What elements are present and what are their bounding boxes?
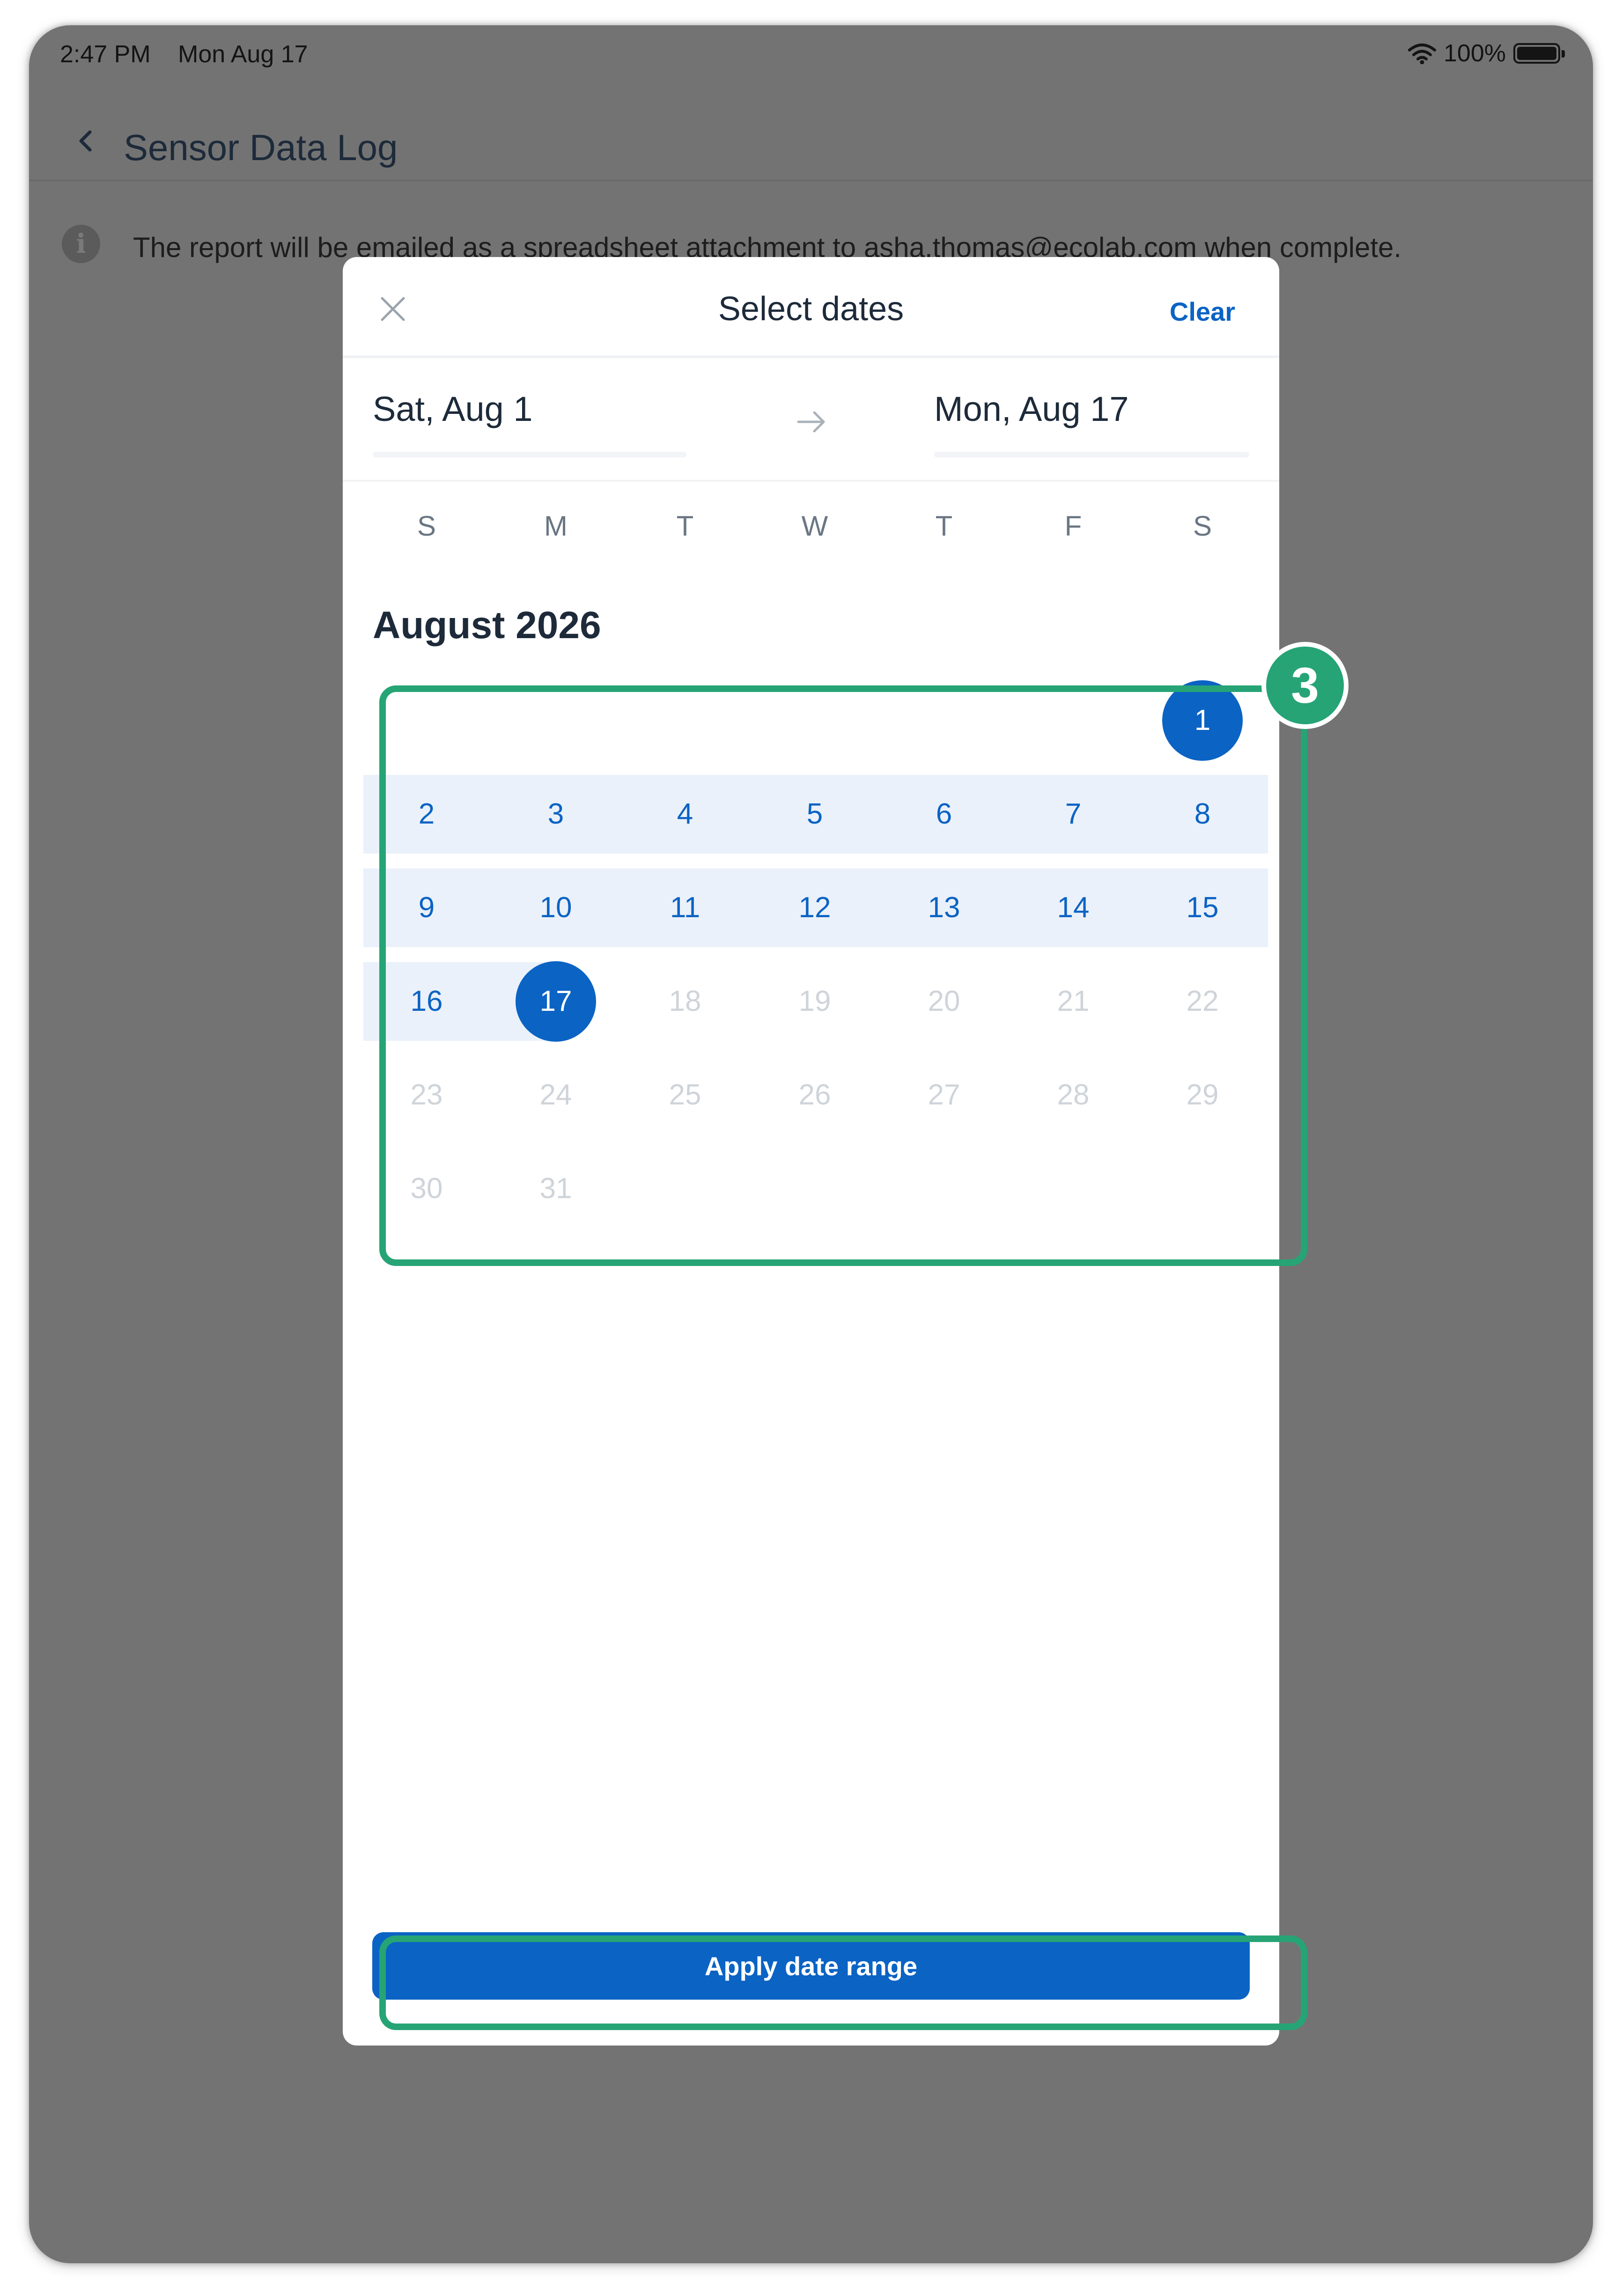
start-date-underline [373,452,686,457]
step-number-badge: 3 [1261,642,1349,729]
callout-highlight-apply-button [379,1935,1307,2030]
weekday-label: M [544,510,568,542]
date-range-fields: Sat, Aug 1 Mon, Aug 17 [343,358,1279,482]
wifi-icon [1408,44,1436,64]
weekday-label: S [417,510,436,542]
clear-button[interactable]: Clear [1170,296,1235,327]
end-date-underline [934,452,1249,457]
tablet-screen: 2:47 PM Mon Aug 17 100% Sensor Data Log … [29,25,1593,2263]
weekday-label: F [1064,510,1082,542]
status-time: 2:47 PM [60,41,151,68]
battery-icon [1513,43,1565,64]
weekday-label: W [801,510,828,542]
info-icon: i [62,225,100,263]
weekday-label: T [935,510,953,542]
weekday-header: SMTWTFS [343,510,1279,566]
weekday-label: T [676,510,694,542]
battery-percentage: 100% [1444,40,1506,67]
modal-header: Select dates Clear [343,257,1279,358]
status-bar: 2:47 PM Mon Aug 17 100% [29,25,1593,86]
status-indicators: 100% [1408,39,1565,67]
status-date: Mon Aug 17 [178,41,308,68]
battery-level [1517,47,1556,60]
modal-title: Select dates [718,290,904,328]
arrow-right-icon [797,411,825,433]
start-date-field[interactable]: Sat, Aug 1 [373,389,533,429]
navigation-bar: Sensor Data Log [29,105,1593,181]
weekday-label: S [1193,510,1212,542]
end-date-field[interactable]: Mon, Aug 17 [934,389,1129,429]
page-title: Sensor Data Log [124,127,398,168]
back-chevron-icon[interactable] [69,125,102,157]
month-label: August 2026 [373,604,601,647]
callout-highlight-calendar [379,685,1307,1266]
